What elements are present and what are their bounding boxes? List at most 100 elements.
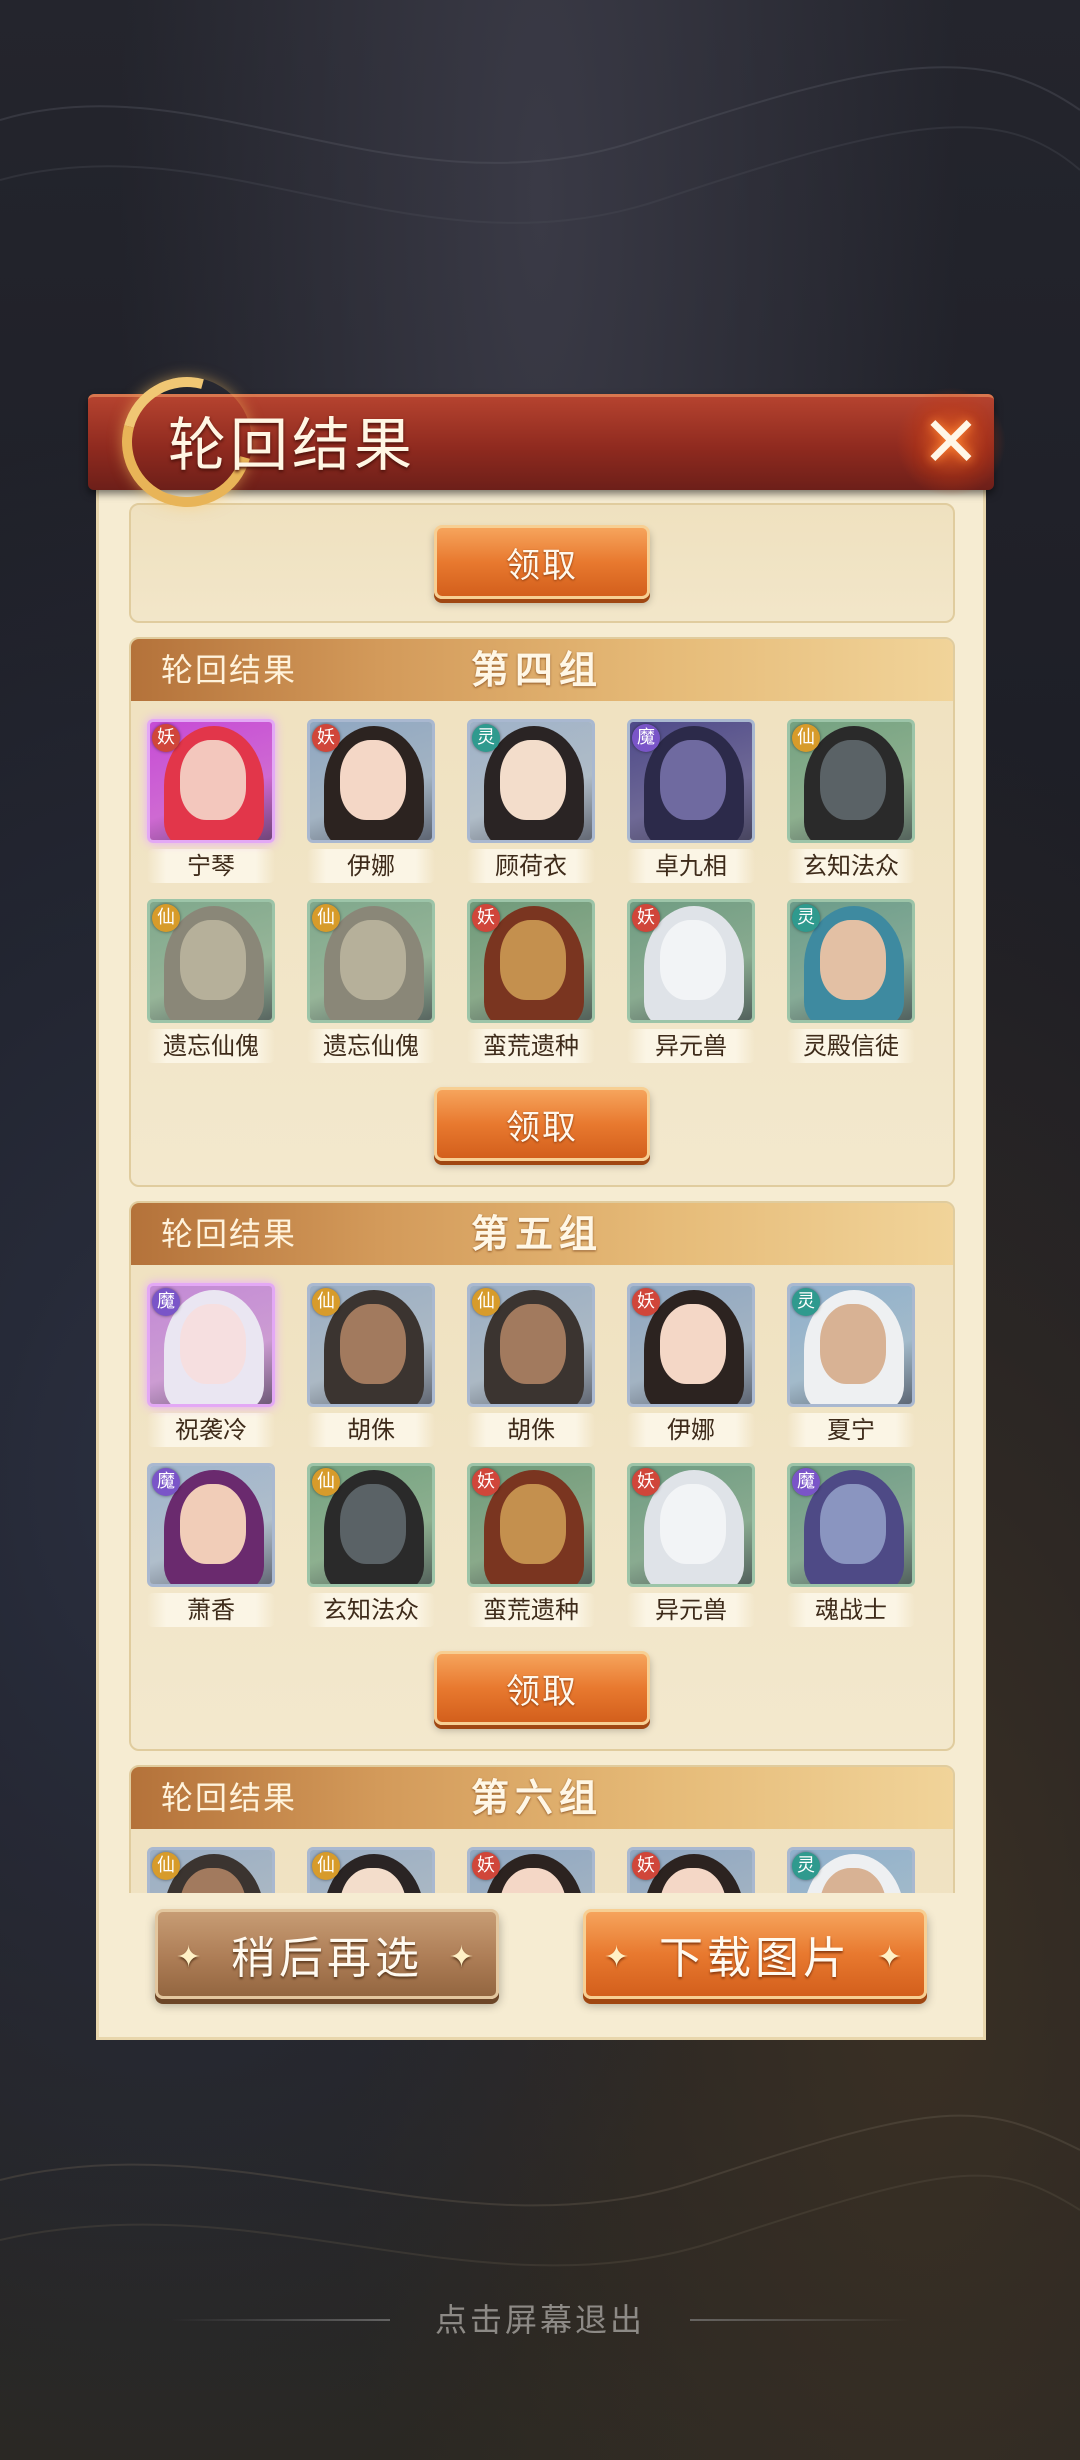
hero-portrait: 仙	[307, 1283, 435, 1407]
hero-card[interactable]: 仙	[147, 1847, 275, 1893]
hero-portrait: 魔	[627, 719, 755, 843]
sparkle-icon: ✦	[448, 1940, 478, 1975]
faction-badge-icon: 仙	[312, 1468, 340, 1496]
claim-button[interactable]: 领取	[434, 525, 650, 599]
divider-right	[690, 2319, 910, 2321]
hero-card[interactable]: 妖宁琴	[147, 719, 275, 883]
hero-portrait: 妖	[627, 1463, 755, 1587]
hero-card[interactable]: 魔魂战士	[787, 1463, 915, 1627]
hero-card[interactable]: 魔萧香	[147, 1463, 275, 1627]
claim-button[interactable]: 领取	[434, 1651, 650, 1725]
hero-card[interactable]: 妖蛮荒遗种	[467, 899, 595, 1063]
hero-name: 异元兽	[627, 1593, 755, 1627]
modal-header: 轮回结果 ✕	[88, 353, 1006, 531]
hero-name: 蛮荒遗种	[467, 1029, 595, 1063]
hero-name: 魂战士	[787, 1593, 915, 1627]
hero-portrait: 妖	[467, 899, 595, 1023]
hero-portrait: 妖	[627, 1283, 755, 1407]
faction-badge-icon: 魔	[632, 724, 660, 752]
result-group-card: 轮回结果 第六组仙 仙 妖 妖 灵	[129, 1765, 955, 1893]
hero-card[interactable]: 仙玄知法众	[307, 1463, 435, 1627]
faction-badge-icon: 妖	[472, 904, 500, 932]
group-label: 轮回结果	[161, 651, 298, 689]
modal-title: 轮回结果	[168, 411, 417, 479]
hero-card[interactable]: 仙遗忘仙傀	[147, 899, 275, 1063]
hero-portrait: 妖	[627, 899, 755, 1023]
hero-card[interactable]: 仙胡侏	[467, 1283, 595, 1447]
group-name: 第六组	[471, 1775, 604, 1820]
hero-name: 胡侏	[467, 1413, 595, 1447]
hero-card[interactable]: 仙	[307, 1847, 435, 1893]
sparkle-icon: ✦	[176, 1940, 206, 1975]
hero-card[interactable]: 灵灵殿信徒	[787, 899, 915, 1063]
hero-name: 异元兽	[627, 1029, 755, 1063]
hero-card[interactable]: 妖伊娜	[307, 719, 435, 883]
hero-portrait: 妖	[147, 719, 275, 843]
faction-badge-icon: 仙	[152, 1852, 180, 1880]
faction-badge-icon: 妖	[472, 1852, 500, 1880]
hero-name: 玄知法众	[307, 1593, 435, 1627]
hero-card[interactable]: 灵顾荷衣	[467, 719, 595, 883]
choose-later-label: 稍后再选	[231, 1933, 423, 1984]
group-name: 第五组	[471, 1211, 604, 1256]
tap-to-exit-hint[interactable]: 点击屏幕退出	[0, 2295, 1080, 2341]
download-image-button[interactable]: ✦ 下载图片 ✦	[583, 1909, 927, 1999]
hero-name: 夏宁	[787, 1413, 915, 1447]
top-claim-card: 领取	[129, 503, 955, 623]
faction-badge-icon: 仙	[792, 724, 820, 752]
hero-name: 胡侏	[307, 1413, 435, 1447]
hero-grid: 魔祝袭冷仙胡侏仙胡侏妖伊娜灵夏宁魔萧香仙玄知法众妖蛮荒遗种妖异元兽魔魂战士	[147, 1283, 947, 1627]
hero-portrait: 仙	[787, 719, 915, 843]
results-scroll-area[interactable]: 领取 轮回结果 第四组妖宁琴妖伊娜灵顾荷衣魔卓九相仙玄知法众仙遗忘仙傀仙遗忘仙傀妖…	[129, 503, 955, 1893]
footer-buttons: ✦ 稍后再选 ✦ ✦ 下载图片 ✦	[99, 1903, 989, 2023]
hero-card[interactable]: 仙遗忘仙傀	[307, 899, 435, 1063]
hero-portrait: 灵	[467, 719, 595, 843]
faction-badge-icon: 魔	[152, 1288, 180, 1316]
faction-badge-icon: 妖	[152, 724, 180, 752]
hero-portrait: 魔	[147, 1463, 275, 1587]
hero-name: 玄知法众	[787, 849, 915, 883]
hero-card[interactable]: 仙玄知法众	[787, 719, 915, 883]
hero-card[interactable]: 魔卓九相	[627, 719, 755, 883]
claim-button[interactable]: 领取	[434, 1087, 650, 1161]
close-x-icon[interactable]: ✕	[896, 387, 1006, 497]
hero-card[interactable]: 妖异元兽	[627, 1463, 755, 1627]
hero-portrait: 仙	[307, 899, 435, 1023]
hero-name: 蛮荒遗种	[467, 1593, 595, 1627]
hero-portrait: 魔	[147, 1283, 275, 1407]
hero-name: 伊娜	[307, 849, 435, 883]
download-image-label: 下载图片	[659, 1933, 851, 1984]
hero-card[interactable]: 妖异元兽	[627, 899, 755, 1063]
faction-badge-icon: 灵	[472, 724, 500, 752]
faction-badge-icon: 仙	[472, 1288, 500, 1316]
hero-name: 宁琴	[147, 849, 275, 883]
hero-card[interactable]: 仙胡侏	[307, 1283, 435, 1447]
faction-badge-icon: 魔	[792, 1468, 820, 1496]
choose-later-button[interactable]: ✦ 稍后再选 ✦	[155, 1909, 499, 1999]
group-header: 轮回结果 第四组	[131, 639, 953, 701]
hero-name: 灵殿信徒	[787, 1029, 915, 1063]
hero-name: 遗忘仙傀	[307, 1029, 435, 1063]
hero-name: 祝袭冷	[147, 1413, 275, 1447]
hero-portrait: 魔	[787, 1463, 915, 1587]
hero-card[interactable]: 灵夏宁	[787, 1283, 915, 1447]
hero-portrait: 仙	[307, 1847, 435, 1893]
hero-card[interactable]: 灵	[787, 1847, 915, 1893]
hero-card[interactable]: 妖	[627, 1847, 755, 1893]
hero-portrait: 妖	[307, 719, 435, 843]
hero-card[interactable]: 妖伊娜	[627, 1283, 755, 1447]
group-name: 第四组	[471, 647, 604, 692]
result-group-card: 轮回结果 第五组魔祝袭冷仙胡侏仙胡侏妖伊娜灵夏宁魔萧香仙玄知法众妖蛮荒遗种妖异元兽…	[129, 1201, 955, 1751]
hero-name: 萧香	[147, 1593, 275, 1627]
faction-badge-icon: 灵	[792, 904, 820, 932]
group-label: 轮回结果	[161, 1215, 298, 1253]
result-modal: 领取 轮回结果 第四组妖宁琴妖伊娜灵顾荷衣魔卓九相仙玄知法众仙遗忘仙傀仙遗忘仙傀妖…	[88, 353, 1006, 2040]
hero-portrait: 仙	[307, 1463, 435, 1587]
hero-card[interactable]: 妖	[467, 1847, 595, 1893]
hero-name: 顾荷衣	[467, 849, 595, 883]
hero-card[interactable]: 妖蛮荒遗种	[467, 1463, 595, 1627]
hero-portrait: 灵	[787, 1847, 915, 1893]
hero-name: 伊娜	[627, 1413, 755, 1447]
hero-name: 遗忘仙傀	[147, 1029, 275, 1063]
hero-card[interactable]: 魔祝袭冷	[147, 1283, 275, 1447]
